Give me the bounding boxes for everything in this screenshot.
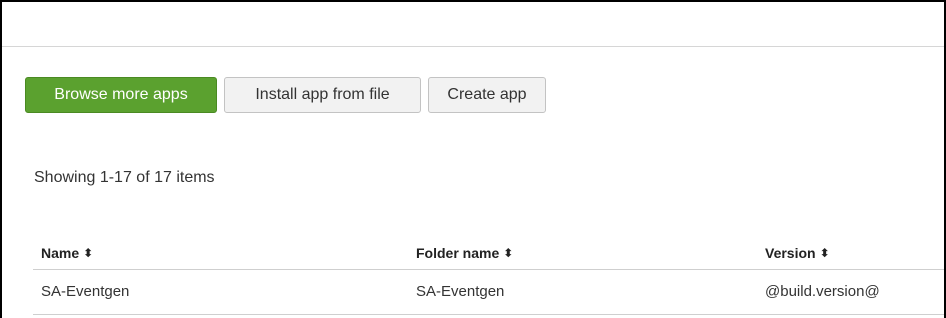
- app-toolbar: Browse more apps Install app from file C…: [25, 77, 546, 113]
- sort-icon: ⬍: [83, 246, 94, 260]
- install-app-from-file-button[interactable]: Install app from file: [224, 77, 421, 113]
- app-name-cell[interactable]: SA-Eventgen: [41, 283, 129, 300]
- apps-table: Name ⬍ Folder name ⬍ Version ⬍ SA-Eventg…: [33, 235, 944, 315]
- table-header: Name ⬍ Folder name ⬍ Version ⬍: [33, 235, 944, 270]
- table-row: SA-Eventgen SA-Eventgen @build.version@: [33, 270, 944, 315]
- folder-name-cell: SA-Eventgen: [416, 283, 505, 300]
- version-cell: @build.version@: [765, 283, 880, 300]
- column-header-label: Version: [765, 245, 816, 261]
- column-header-label: Name: [41, 245, 80, 261]
- create-app-button[interactable]: Create app: [428, 77, 546, 113]
- column-header-version[interactable]: Version ⬍: [765, 245, 830, 261]
- column-header-folder-name[interactable]: Folder name ⬍: [416, 245, 513, 261]
- column-header-name[interactable]: Name ⬍: [41, 245, 93, 261]
- header-divider: [2, 46, 944, 47]
- column-header-label: Folder name: [416, 245, 500, 261]
- sort-icon: ⬍: [819, 246, 830, 260]
- item-count-text: Showing 1-17 of 17 items: [34, 169, 215, 186]
- sort-icon: ⬍: [503, 246, 514, 260]
- browse-more-apps-button[interactable]: Browse more apps: [25, 77, 217, 113]
